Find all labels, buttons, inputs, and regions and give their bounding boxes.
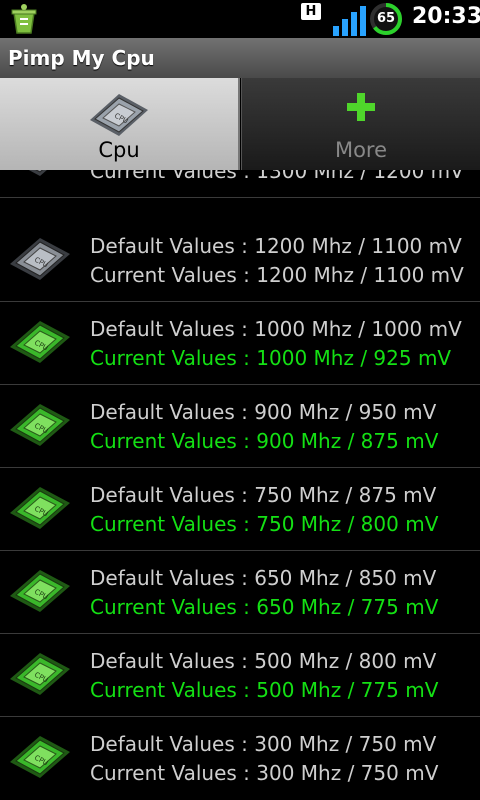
frequency-row[interactable]: Current Values : 1300 Mhz / 1200 mV: [0, 170, 480, 198]
frequency-row[interactable]: CPU Default Values : 650 Mhz / 850 mV Cu…: [0, 552, 480, 634]
default-values: Default Values : 1200 Mhz / 1100 mV: [90, 234, 462, 258]
clock: 20:33: [412, 4, 480, 29]
cpu-chip-icon: [28, 170, 47, 176]
tab-cpu[interactable]: CPU Cpu: [0, 78, 240, 170]
cpu-chip-icon: CPU: [10, 321, 70, 363]
current-values: Current Values : 900 Mhz / 875 mV: [90, 429, 439, 453]
current-values: Current Values : 1000 Mhz / 925 mV: [90, 346, 452, 370]
status-bar: H 65 20:33: [0, 0, 480, 38]
app-title: Pimp My Cpu: [8, 46, 155, 70]
current-values: Current Values : 1200 Mhz / 1100 mV: [90, 263, 464, 287]
frequency-row[interactable]: CPU Default Values : 900 Mhz / 950 mV Cu…: [0, 386, 480, 468]
frequency-row[interactable]: CPU Default Values : 750 Mhz / 875 mV Cu…: [0, 469, 480, 551]
cpu-chip-icon: CPU: [10, 570, 70, 612]
tab-bar: CPU Cpu More: [0, 78, 480, 170]
current-values: Current Values : 500 Mhz / 775 mV: [90, 678, 439, 702]
cpu-chip-icon: CPU: [10, 238, 70, 280]
default-values: Default Values : 500 Mhz / 800 mV: [90, 649, 437, 673]
frequency-row[interactable]: CPU Default Values : 1200 Mhz / 1100 mV …: [0, 220, 480, 302]
battery-level: 65: [376, 11, 396, 26]
cpu-chip-icon: CPU: [10, 653, 70, 695]
app-icon: [11, 4, 37, 34]
title-bar: Pimp My Cpu: [0, 38, 480, 79]
tab-more-label: More: [334, 138, 388, 162]
current-values: Current Values : 750 Mhz / 800 mV: [90, 512, 439, 536]
tab-more[interactable]: More: [241, 78, 480, 170]
current-values: Current Values : 650 Mhz / 775 mV: [90, 595, 439, 619]
current-values: Current Values : 1300 Mhz / 1200 mV: [90, 170, 464, 183]
default-values: Default Values : 750 Mhz / 875 mV: [90, 483, 437, 507]
plus-icon: [347, 93, 375, 121]
network-type-indicator: H: [301, 3, 321, 20]
frequency-list: Current Values : 1300 Mhz / 1200 mV CPU …: [0, 170, 480, 800]
cpu-chip-icon: CPU: [90, 94, 148, 136]
frequency-row[interactable]: CPU Default Values : 500 Mhz / 800 mV Cu…: [0, 635, 480, 717]
default-values: Default Values : 300 Mhz / 750 mV: [90, 732, 437, 756]
default-values: Default Values : 1000 Mhz / 1000 mV: [90, 317, 462, 341]
frequency-row[interactable]: CPU Default Values : 1000 Mhz / 1000 mV …: [0, 303, 480, 385]
frequency-row[interactable]: CPU Default Values : 300 Mhz / 750 mV Cu…: [0, 718, 480, 800]
cpu-chip-icon: CPU: [10, 487, 70, 529]
default-values: Default Values : 650 Mhz / 850 mV: [90, 566, 437, 590]
cpu-chip-icon: CPU: [10, 404, 70, 446]
tab-cpu-label: Cpu: [98, 138, 140, 162]
default-values: Default Values : 900 Mhz / 950 mV: [90, 400, 437, 424]
cpu-chip-icon: CPU: [10, 736, 70, 778]
signal-icon: [333, 6, 366, 36]
current-values: Current Values : 300 Mhz / 750 mV: [90, 761, 439, 785]
